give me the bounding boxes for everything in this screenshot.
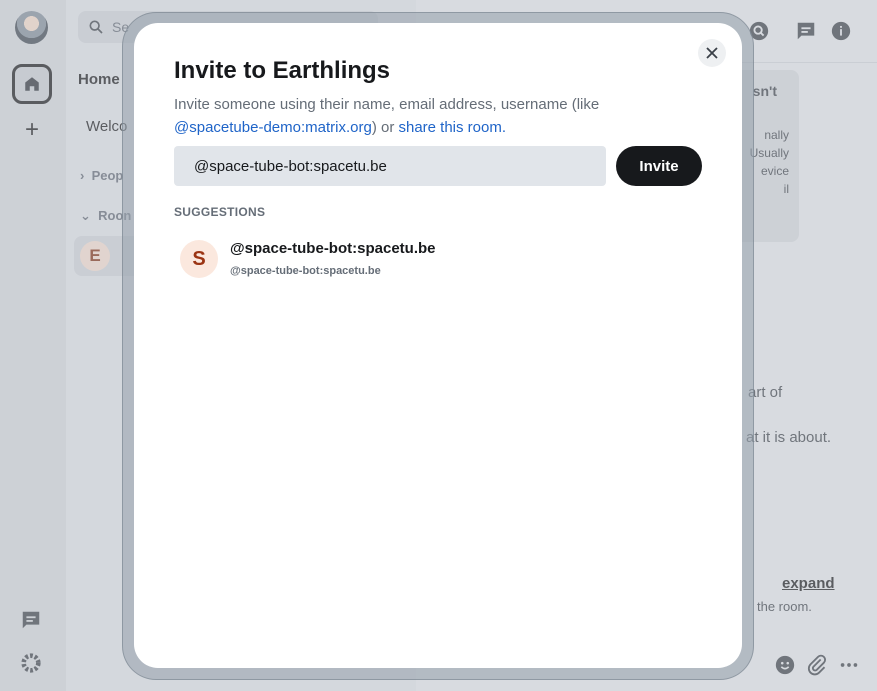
invite-search-input[interactable]: [174, 146, 606, 186]
dialog-title: Invite to Earthlings: [174, 57, 391, 84]
description-or: ) or: [371, 119, 399, 136]
example-user-id: @spacetube-demo:matrix.org: [174, 119, 372, 136]
close-button[interactable]: [698, 39, 726, 67]
share-room-link[interactable]: share this room.: [398, 119, 506, 136]
description-text: Invite someone using their name, email a…: [174, 96, 600, 113]
suggestion-name: @space-tube-bot:spacetu.be: [230, 240, 436, 257]
suggestion-avatar: S: [180, 240, 218, 278]
close-icon: [706, 47, 718, 59]
invite-button[interactable]: Invite: [616, 146, 702, 186]
suggestion-user-id: @space-tube-bot:spacetu.be: [230, 265, 381, 277]
dialog-description: Invite someone using their name, email a…: [174, 93, 674, 139]
suggestions-heading: SUGGESTIONS: [174, 205, 266, 219]
suggestion-item[interactable]: S @space-tube-bot:spacetu.be @space-tube…: [174, 235, 702, 283]
invite-dialog: Invite to Earthlings Invite someone usin…: [134, 23, 742, 668]
